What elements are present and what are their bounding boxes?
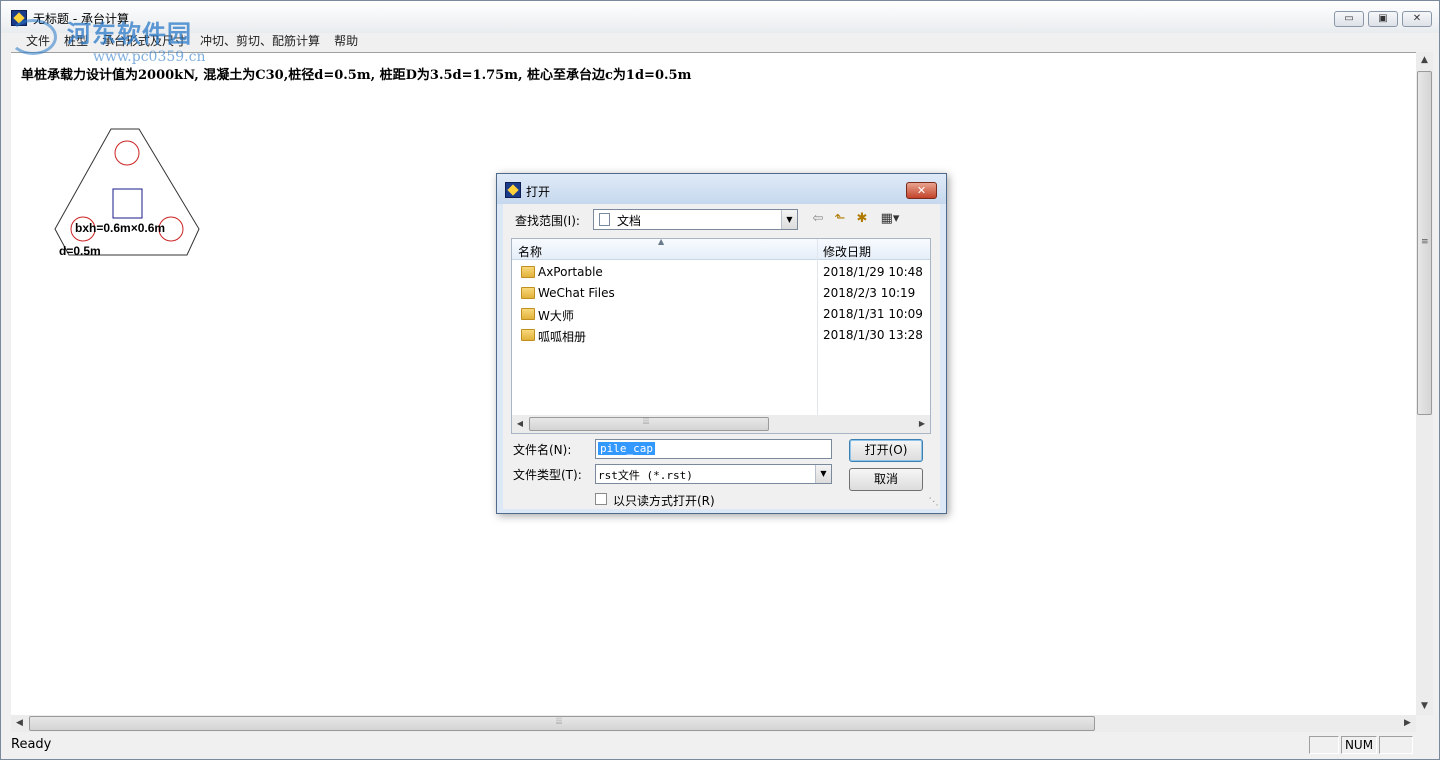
status-panel-scroll bbox=[1379, 736, 1413, 754]
list-item[interactable]: 呱呱相册 2018/1/30 13:28 bbox=[512, 325, 930, 346]
lookin-value: 文档 bbox=[617, 214, 642, 228]
filename-label: 文件名(N): bbox=[513, 443, 572, 457]
dialog-title: 打开 bbox=[526, 185, 551, 199]
filetype-value: rst文件 (*.rst) bbox=[598, 469, 693, 482]
readonly-checkbox[interactable] bbox=[595, 493, 607, 505]
folder-icon bbox=[521, 266, 535, 278]
file-list-scrollbar[interactable]: ◀ ⦙⦙⦙ ▶ bbox=[512, 415, 930, 433]
column-headers: 名称 ▲ 修改日期 bbox=[512, 237, 930, 260]
design-info-text: 单桩承载力设计值为2000kN, 混凝土为C30,桩径d=0.5m, 桩距D为3… bbox=[21, 68, 692, 83]
file-list-scroll-thumb[interactable]: ⦙⦙⦙ bbox=[529, 417, 769, 431]
menu-pile-type[interactable]: 桩型 bbox=[57, 33, 95, 51]
grip-icon: ⦙⦙⦙ bbox=[556, 717, 563, 727]
sort-ascending-icon: ▲ bbox=[658, 237, 665, 246]
vertical-scrollbar[interactable]: ▲ ≡ ▼ bbox=[1416, 52, 1433, 715]
dimension-label: bxh=0.6m×0.6m bbox=[75, 221, 165, 235]
dialog-body: 查找范围(I): 文档 ▼ ⇦ ⬑ ✱ ▦▾ 名称 ▲ 修改日期 AxPorta… bbox=[503, 204, 940, 509]
list-item[interactable]: W大师 2018/1/31 10:09 bbox=[512, 304, 930, 325]
scroll-left-icon[interactable]: ◀ bbox=[512, 415, 528, 433]
close-button[interactable]: ✕ bbox=[1402, 11, 1432, 27]
readonly-label[interactable]: 以只读方式打开(R) bbox=[613, 492, 715, 509]
new-folder-icon[interactable]: ✱ bbox=[853, 211, 871, 229]
menu-cap-form[interactable]: 承台形式及尺寸 bbox=[95, 33, 193, 51]
minimize-button[interactable]: ▭ bbox=[1334, 11, 1364, 27]
file-date: 2018/1/29 10:48 bbox=[823, 265, 923, 279]
title-bar[interactable]: 无标题 - 承台计算 ▭ ▣ ✕ bbox=[1, 1, 1439, 33]
list-item[interactable]: AxPortable 2018/1/29 10:48 bbox=[512, 262, 930, 283]
file-date: 2018/1/31 10:09 bbox=[823, 307, 923, 321]
diameter-label: d=0.5m bbox=[59, 244, 101, 258]
cap-outline bbox=[54, 128, 200, 256]
scroll-down-icon[interactable]: ▼ bbox=[1416, 698, 1433, 715]
open-button[interactable]: 打开(O) bbox=[849, 439, 923, 462]
filetype-label: 文件类型(T): bbox=[513, 468, 582, 482]
chevron-down-icon[interactable]: ▼ bbox=[781, 210, 797, 229]
up-folder-icon[interactable]: ⬑ bbox=[831, 211, 849, 229]
horizontal-scrollbar[interactable]: ◀ ⦙⦙⦙ ▶ bbox=[11, 715, 1416, 732]
lookin-dropdown[interactable]: 文档 ▼ bbox=[593, 209, 798, 230]
filename-value: pile_cap bbox=[598, 442, 655, 455]
folder-icon bbox=[521, 308, 535, 320]
chevron-down-icon[interactable]: ▼ bbox=[815, 465, 831, 483]
status-text: Ready bbox=[11, 737, 52, 752]
folder-icon bbox=[521, 287, 535, 299]
resize-grip-icon[interactable]: ⋰ bbox=[928, 497, 939, 507]
filename-field[interactable]: pile_cap bbox=[595, 439, 832, 459]
scroll-right-icon[interactable]: ▶ bbox=[914, 415, 930, 433]
menu-file[interactable]: 文件 bbox=[19, 33, 57, 51]
menu-calculation[interactable]: 冲切、剪切、配筋计算 bbox=[193, 33, 327, 51]
menu-help[interactable]: 帮助 bbox=[327, 33, 365, 51]
file-date: 2018/1/30 13:28 bbox=[823, 328, 923, 342]
file-name: WeChat Files bbox=[538, 286, 615, 300]
scroll-right-icon[interactable]: ▶ bbox=[1399, 715, 1416, 732]
status-panel-num: NUM bbox=[1341, 736, 1377, 754]
pile-circle bbox=[114, 140, 140, 166]
status-bar: Ready NUM bbox=[1, 734, 1439, 759]
file-name: AxPortable bbox=[538, 265, 603, 279]
dialog-app-icon bbox=[505, 182, 521, 198]
filetype-dropdown[interactable]: rst文件 (*.rst) ▼ bbox=[595, 464, 832, 484]
status-panel-caps bbox=[1309, 736, 1339, 754]
file-date: 2018/2/3 10:19 bbox=[823, 286, 916, 300]
maximize-button[interactable]: ▣ bbox=[1368, 11, 1398, 27]
grip-icon: ⦙⦙⦙ bbox=[643, 417, 650, 427]
vertical-scroll-thumb[interactable]: ≡ bbox=[1417, 71, 1432, 415]
open-file-dialog: 打开 ✕ 查找范围(I): 文档 ▼ ⇦ ⬑ ✱ ▦▾ 名称 ▲ 修改日期 Ax… bbox=[496, 173, 947, 514]
file-list[interactable]: 名称 ▲ 修改日期 AxPortable 2018/1/29 10:48 WeC… bbox=[511, 237, 931, 434]
view-menu-icon[interactable]: ▦▾ bbox=[875, 211, 905, 229]
column-square bbox=[112, 188, 143, 219]
grip-icon: ≡ bbox=[1421, 237, 1429, 247]
lookin-label: 查找范围(I): bbox=[515, 214, 580, 228]
menu-bar: 文件 桩型 承台形式及尺寸 冲切、剪切、配筋计算 帮助 bbox=[1, 33, 1439, 51]
main-window: 无标题 - 承台计算 ▭ ▣ ✕ 文件 桩型 承台形式及尺寸 冲切、剪切、配筋计… bbox=[0, 0, 1440, 760]
list-item[interactable]: WeChat Files 2018/2/3 10:19 bbox=[512, 283, 930, 304]
file-name: 呱呱相册 bbox=[538, 330, 587, 344]
window-title: 无标题 - 承台计算 bbox=[33, 12, 129, 26]
folder-icon bbox=[521, 329, 535, 341]
file-name: W大师 bbox=[538, 309, 574, 323]
scroll-up-icon[interactable]: ▲ bbox=[1416, 52, 1433, 69]
documents-icon bbox=[599, 213, 610, 226]
pile-cap-drawing: bxh=0.6m×0.6m d=0.5m bbox=[54, 128, 200, 258]
dialog-title-bar[interactable]: 打开 ✕ bbox=[497, 174, 946, 204]
scroll-left-icon[interactable]: ◀ bbox=[11, 715, 28, 732]
column-header-name[interactable]: 名称 bbox=[518, 243, 542, 260]
column-header-date[interactable]: 修改日期 bbox=[823, 243, 871, 260]
app-icon bbox=[11, 10, 27, 26]
horizontal-scroll-thumb[interactable]: ⦙⦙⦙ bbox=[29, 716, 1095, 731]
cancel-button[interactable]: 取消 bbox=[849, 468, 923, 491]
dialog-close-button[interactable]: ✕ bbox=[906, 182, 937, 199]
back-arrow-icon[interactable]: ⇦ bbox=[809, 211, 827, 229]
